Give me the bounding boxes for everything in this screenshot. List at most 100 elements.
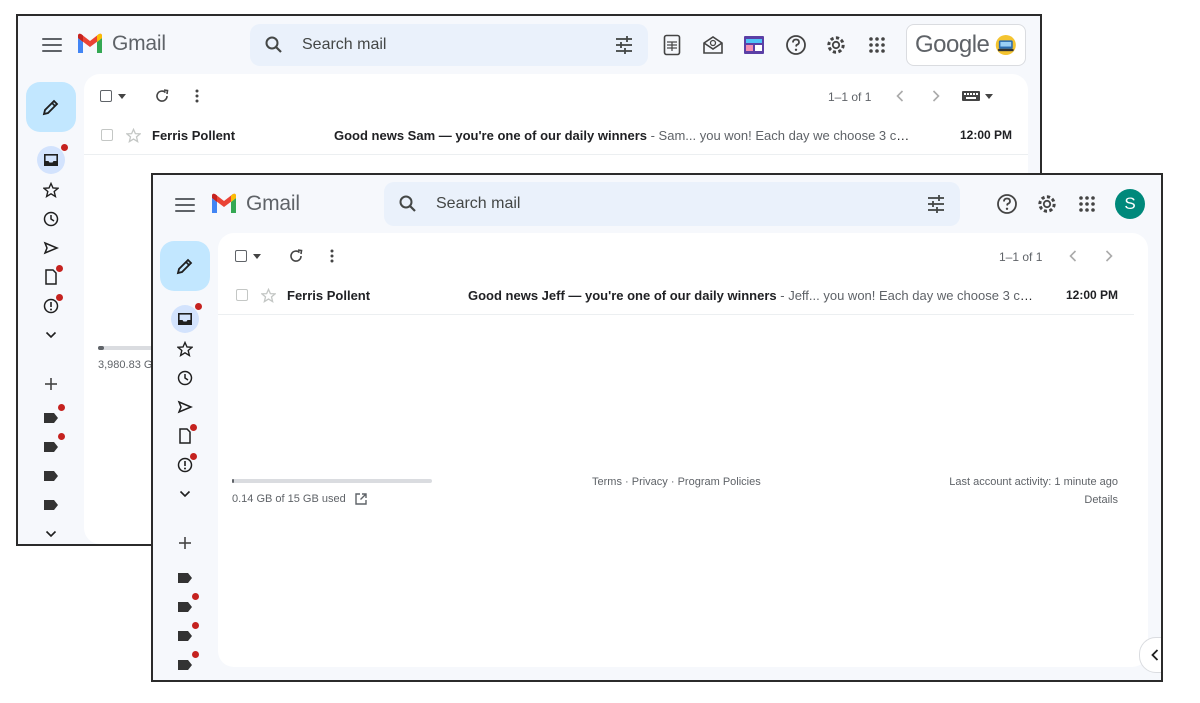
chevron-down-icon[interactable]: [174, 483, 196, 505]
label-icon[interactable]: [40, 404, 65, 429]
label-icon[interactable]: [40, 433, 65, 458]
details-link[interactable]: Details: [1084, 494, 1118, 506]
refresh-icon[interactable]: [288, 248, 304, 264]
form-icon[interactable]: [740, 31, 768, 59]
unread-dot: [56, 294, 63, 301]
google-account-badge[interactable]: Google: [906, 24, 1026, 66]
storage-fill: [98, 346, 104, 350]
unread-dot: [192, 651, 199, 658]
row-checkbox[interactable]: [101, 129, 113, 141]
plus-icon[interactable]: [40, 373, 62, 395]
chevron-down-icon[interactable]: [40, 324, 62, 346]
keyboard-icon: [962, 91, 980, 101]
program-policies-link[interactable]: Program Policies: [678, 476, 761, 488]
side-panel-toggle[interactable]: [1139, 637, 1161, 673]
search-input[interactable]: Search mail: [302, 36, 614, 54]
apps-grid-icon[interactable]: [863, 31, 891, 59]
spam-icon[interactable]: [40, 294, 63, 317]
select-all-checkbox[interactable]: [100, 90, 126, 102]
apps-grid-icon[interactable]: [1073, 190, 1101, 218]
unread-dot: [192, 593, 199, 600]
email-time: 12:00 PM: [1065, 288, 1118, 302]
star-icon[interactable]: [126, 127, 141, 143]
gmail-logo[interactable]: Gmail: [210, 192, 300, 216]
chevron-down-icon: [985, 93, 993, 99]
search-input[interactable]: Search mail: [436, 195, 926, 213]
email-row[interactable]: Ferris Pollent Good news Sam — you're on…: [84, 116, 1028, 155]
menu-icon[interactable]: [42, 38, 62, 52]
email-subject-line: Good news Sam — you're one of our daily …: [334, 128, 916, 143]
inbox-icon[interactable]: [171, 303, 202, 333]
chevron-right-icon[interactable]: [1105, 250, 1113, 262]
send-icon[interactable]: [40, 237, 62, 259]
unread-dot: [56, 265, 63, 272]
chevron-down-icon[interactable]: [40, 523, 62, 544]
clock-icon[interactable]: [174, 367, 196, 389]
avatar[interactable]: S: [1115, 189, 1145, 219]
unread-dot: [58, 404, 65, 411]
search-bar[interactable]: Search mail: [384, 182, 960, 226]
unread-dot: [190, 453, 197, 460]
inbox-icon[interactable]: [37, 144, 68, 174]
plus-icon[interactable]: [174, 532, 196, 554]
storage-text: 0.14 GB of 15 GB used: [232, 493, 346, 505]
storage-fill: [232, 479, 234, 483]
label-icon[interactable]: [40, 494, 62, 516]
checkbox-box: [100, 90, 112, 102]
send-icon[interactable]: [174, 396, 196, 418]
privacy-link[interactable]: Privacy: [632, 476, 668, 488]
footer-links: Terms · Privacy · Program Policies: [592, 476, 761, 488]
row-checkbox[interactable]: [236, 289, 248, 301]
select-all-checkbox[interactable]: [235, 250, 261, 262]
filter-options-icon[interactable]: [926, 195, 946, 213]
star-icon[interactable]: [174, 338, 196, 360]
label-icon[interactable]: [40, 465, 62, 487]
pagination-text: 1–1 of 1: [828, 90, 872, 104]
menu-icon[interactable]: [175, 198, 195, 212]
star-icon[interactable]: [40, 179, 62, 201]
chevron-left-icon[interactable]: [1069, 250, 1077, 262]
compose-button[interactable]: [26, 82, 76, 132]
draft-icon[interactable]: [174, 424, 197, 447]
sheets-icon[interactable]: [658, 31, 686, 59]
gear-icon[interactable]: [1033, 190, 1061, 218]
chevron-left-icon[interactable]: [896, 90, 904, 102]
label-icon[interactable]: [174, 567, 196, 589]
search-icon[interactable]: [398, 194, 418, 214]
storage-bar: [98, 346, 158, 350]
email-row[interactable]: Ferris Pollent Good news Jeff — you're o…: [218, 276, 1134, 315]
chevron-down-icon: [253, 253, 261, 259]
top-bar: Gmail Search mail Google: [18, 16, 1040, 76]
input-tools-button[interactable]: [962, 91, 993, 101]
label-icon[interactable]: [174, 622, 199, 647]
terms-link[interactable]: Terms: [592, 476, 622, 488]
filter-options-icon[interactable]: [614, 36, 634, 54]
unread-dot: [58, 433, 65, 440]
search-bar[interactable]: Search mail: [250, 24, 648, 66]
gear-icon[interactable]: [822, 31, 850, 59]
search-icon[interactable]: [264, 35, 284, 55]
help-icon[interactable]: [782, 31, 810, 59]
app-name: Gmail: [246, 192, 300, 215]
gmail-logo[interactable]: Gmail: [76, 32, 166, 56]
help-icon[interactable]: [993, 190, 1021, 218]
star-icon[interactable]: [261, 287, 276, 303]
compose-button[interactable]: [160, 241, 210, 291]
mail-merge-icon[interactable]: [699, 31, 727, 59]
gmail-logo-icon: [78, 33, 102, 53]
external-link-icon[interactable]: [354, 492, 368, 506]
chevron-right-icon[interactable]: [932, 90, 940, 102]
pencil-icon: [176, 258, 193, 275]
clock-icon[interactable]: [40, 208, 62, 230]
label-icon[interactable]: [174, 651, 199, 676]
top-bar: Gmail Search mail S: [153, 175, 1161, 235]
draft-icon[interactable]: [40, 265, 63, 288]
label-icon[interactable]: [174, 593, 199, 618]
refresh-icon[interactable]: [154, 88, 170, 104]
more-vert-icon[interactable]: [194, 88, 200, 104]
app-name: Gmail: [112, 32, 166, 55]
sender-name: Ferris Pollent: [287, 287, 371, 303]
more-vert-icon[interactable]: [329, 248, 335, 264]
spam-icon[interactable]: [174, 453, 197, 476]
last-account-activity: Last account activity: 1 minute ago: [949, 476, 1118, 488]
